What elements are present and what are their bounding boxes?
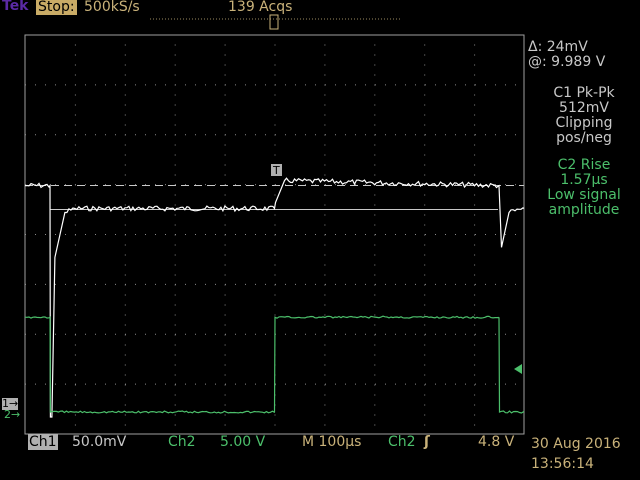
measurement-c2: C2 Rise 1.57µs Low signal amplitude bbox=[528, 158, 640, 218]
acquisition-state: Stop: bbox=[36, 0, 77, 15]
trigger-level-arrow-icon bbox=[514, 364, 522, 374]
ch2-ground-marker[interactable]: 2→ bbox=[4, 409, 20, 421]
measurement-c1-line: pos/neg bbox=[556, 130, 612, 146]
ch2-label[interactable]: Ch2 bbox=[168, 434, 196, 450]
oscilloscope-screen: T Tek Stop: 500kS/s 139 Acqs Δ: 24mV @: … bbox=[0, 0, 640, 480]
measurement-c2-line: 1.57µs bbox=[560, 172, 608, 188]
sample-rate: 500kS/s bbox=[84, 0, 140, 15]
ch1-label[interactable]: Ch1 bbox=[28, 434, 58, 450]
ch1-scale[interactable]: 50.0mV bbox=[72, 434, 126, 450]
measurement-c1: C1 Pk-Pk 512mV Clipping pos/neg bbox=[528, 86, 640, 146]
measurement-c1-line: Clipping bbox=[555, 115, 613, 131]
timebase[interactable]: M 100µs bbox=[302, 434, 361, 450]
trigger-position-label: T bbox=[272, 164, 280, 177]
ch2-scale[interactable]: 5.00 V bbox=[220, 434, 265, 450]
measurement-c2-line: Low signal bbox=[547, 187, 621, 203]
grid-dots bbox=[25, 34, 516, 426]
measurement-c1-line: C1 Pk-Pk bbox=[553, 85, 615, 101]
cursor-position: @: 9.989 V bbox=[528, 54, 606, 70]
record-view-marker bbox=[269, 14, 279, 30]
trigger-slope-icon: ʃ bbox=[424, 434, 430, 450]
date: 30 Aug 2016 bbox=[531, 436, 621, 452]
trigger-level[interactable]: 4.8 V bbox=[478, 434, 514, 450]
cursor-delta: Δ: 24mV bbox=[528, 39, 588, 55]
time: 13:56:14 bbox=[531, 456, 594, 472]
waveform-plot: T bbox=[24, 14, 525, 435]
measurement-c2-line: C2 Rise bbox=[557, 157, 611, 173]
acquisition-count: 139 Acqs bbox=[228, 0, 293, 15]
measurement-c2-line: amplitude bbox=[548, 202, 620, 218]
measurement-c1-line: 512mV bbox=[559, 100, 609, 116]
trigger-source[interactable]: Ch2 bbox=[388, 434, 416, 450]
brand-label: Tek bbox=[2, 0, 29, 14]
trace-ch2 bbox=[24, 315, 525, 414]
